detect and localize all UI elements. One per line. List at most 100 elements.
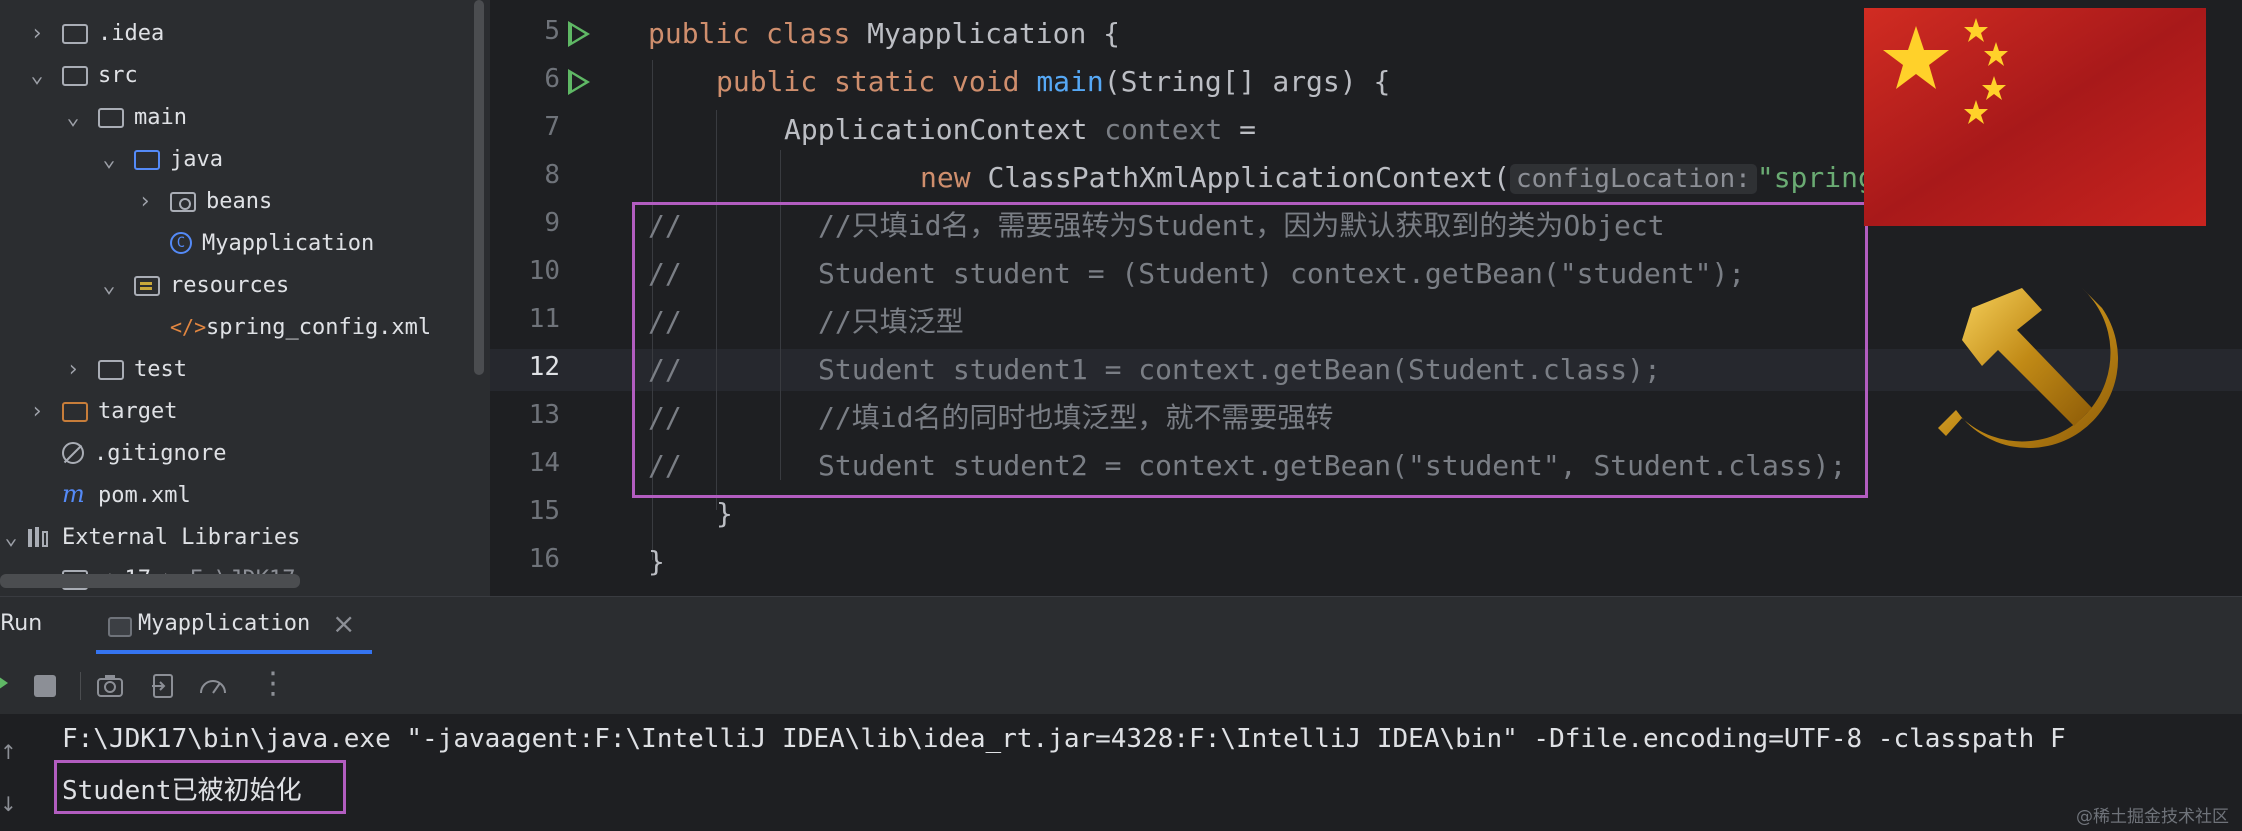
run-tab-label[interactable]: Myapplication <box>138 611 310 636</box>
code-line-16: } <box>648 545 665 578</box>
scroll-up-icon[interactable]: ↑ <box>0 740 17 764</box>
tree-item-idea[interactable]: › .idea <box>26 12 164 54</box>
tree-item-resources[interactable]: ⌄ resources <box>98 264 289 306</box>
project-tree-panel: › .idea ⌄ src ⌄ main ⌄ java › beans C My… <box>0 0 490 596</box>
watermark: @稀土掘金技术社区 <box>2076 807 2229 827</box>
annotation-highlight-box <box>54 760 346 814</box>
tree-item-label: .gitignore <box>94 440 227 466</box>
chevron-right-icon[interactable]: › <box>26 399 48 424</box>
folder-icon <box>98 108 124 128</box>
code-token: (String[] args) { <box>1103 65 1391 98</box>
code-line-6: public static void main(String[] args) { <box>716 62 1390 102</box>
library-icon <box>26 525 52 549</box>
code-line-5: public class Myapplication { <box>648 14 1120 54</box>
chevron-right-icon[interactable]: › <box>134 189 156 214</box>
folder-icon <box>98 360 124 380</box>
tree-item-label: java <box>170 146 223 172</box>
import-icon[interactable] <box>150 673 176 699</box>
code-token: public <box>716 65 835 98</box>
tree-item-label: resources <box>170 272 290 298</box>
line-number: 16 <box>528 544 560 574</box>
tree-item-label: target <box>98 398 178 424</box>
parameter-hint: configLocation: <box>1510 164 1757 194</box>
code-line-15: } <box>716 497 733 530</box>
tree-item-label: beans <box>206 188 273 214</box>
code-token: = <box>1222 113 1257 146</box>
package-icon <box>170 192 196 212</box>
chevron-down-icon[interactable]: ⌄ <box>98 147 120 172</box>
tree-item-beans[interactable]: › beans <box>134 180 272 222</box>
more-options-icon[interactable]: ⋮ <box>258 666 288 701</box>
chevron-right-icon[interactable]: › <box>62 357 84 382</box>
line-number: 8 <box>544 160 560 190</box>
toolbar-divider <box>80 672 81 700</box>
rerun-icon[interactable] <box>0 672 8 694</box>
resources-folder-icon <box>134 276 160 296</box>
line-number: 14 <box>528 448 560 478</box>
line-number: 7 <box>544 112 560 142</box>
maven-icon: m <box>62 480 85 508</box>
tree-item-spring-config[interactable]: </> spring_config.xml <box>170 306 431 348</box>
tree-item-java[interactable]: ⌄ java <box>98 138 223 180</box>
tree-item-pom[interactable]: m pom.xml <box>62 474 191 516</box>
tree-item-label: Myapplication <box>202 230 375 256</box>
tree-item-src[interactable]: ⌄ src <box>26 54 137 96</box>
code-token: { <box>1086 17 1121 50</box>
tree-item-test[interactable]: › test <box>62 348 187 390</box>
folder-icon <box>62 24 88 44</box>
line-number: 5 <box>544 16 560 46</box>
chevron-right-icon[interactable]: › <box>26 21 48 46</box>
console-output[interactable]: ↑ ↓ F:\JDK17\bin\java.exe "-javaagent:F:… <box>0 714 2242 831</box>
code-token: static <box>834 65 953 98</box>
code-line-7: ApplicationContext context = <box>784 110 1256 150</box>
folder-icon <box>62 66 88 86</box>
tree-item-main[interactable]: ⌄ main <box>62 96 187 138</box>
tree-item-label: main <box>134 104 187 130</box>
tree-item-target[interactable]: › target <box>26 390 177 432</box>
tree-item-external-libraries[interactable]: ⌄ External Libraries <box>0 516 300 558</box>
gitignore-icon <box>62 442 84 464</box>
run-config-icon <box>108 617 132 637</box>
tree-item-label: External Libraries <box>62 524 301 550</box>
emblem-image <box>1938 288 2119 449</box>
excluded-folder-icon <box>62 402 88 422</box>
line-number: 9 <box>544 208 560 238</box>
code-token: public <box>648 17 767 50</box>
chevron-down-icon[interactable]: ⌄ <box>62 105 84 130</box>
line-number: 12 <box>528 352 560 382</box>
run-gutter-icon[interactable] <box>568 69 590 95</box>
line-number: 15 <box>528 496 560 526</box>
tree-item-label: test <box>134 356 187 382</box>
console-line: F:\JDK17\bin\java.exe "-javaagent:F:\Int… <box>62 724 2066 754</box>
code-token: new <box>920 161 988 194</box>
camera-icon[interactable] <box>96 673 124 699</box>
run-gutter-icon[interactable] <box>568 21 590 47</box>
stop-icon[interactable] <box>34 675 56 697</box>
tree-item-label: spring_config.xml <box>206 314 432 340</box>
code-editor[interactable]: 5 6 7 8 9 10 11 12 13 14 15 16 public cl… <box>490 0 2242 596</box>
code-token: void <box>952 65 1037 98</box>
close-icon[interactable]: × <box>332 607 355 640</box>
line-number: 6 <box>544 64 560 94</box>
source-folder-icon <box>134 150 160 170</box>
sidebar-horizontal-scrollbar[interactable] <box>0 574 300 588</box>
code-token: class <box>766 17 868 50</box>
chevron-down-icon[interactable]: ⌄ <box>26 63 48 88</box>
flag-image <box>1864 8 2206 226</box>
chevron-down-icon[interactable]: ⌄ <box>0 525 22 550</box>
tree-item-label: pom.xml <box>98 482 191 508</box>
tree-item-myapplication[interactable]: C Myapplication <box>170 222 374 264</box>
code-token: ClassPathXmlApplicationContext( <box>987 161 1511 194</box>
sidebar-vertical-scrollbar[interactable] <box>474 0 484 375</box>
xml-file-icon: </> <box>170 315 207 339</box>
profiler-icon[interactable] <box>198 673 228 699</box>
run-toolbar: ⋮ <box>0 658 2242 714</box>
line-number: 13 <box>528 400 560 430</box>
scroll-down-icon[interactable]: ↓ <box>0 792 17 816</box>
tree-item-gitignore[interactable]: .gitignore <box>62 432 226 474</box>
run-label[interactable]: Run <box>0 611 42 636</box>
chevron-down-icon[interactable]: ⌄ <box>98 273 120 298</box>
code-token: ApplicationContext <box>784 113 1105 146</box>
line-number: 10 <box>528 256 560 286</box>
code-token: context <box>1104 113 1223 146</box>
